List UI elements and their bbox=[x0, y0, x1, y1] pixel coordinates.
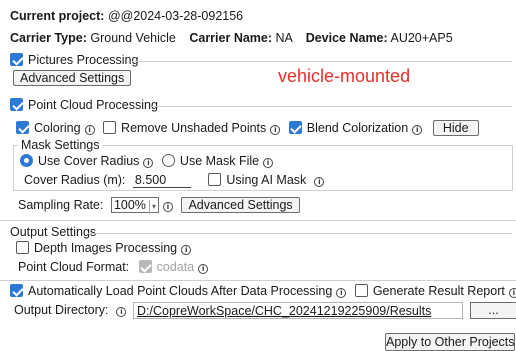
browse-button[interactable]: ... bbox=[470, 302, 516, 319]
pictures-advanced-settings-label: Advanced Settings bbox=[13, 70, 132, 86]
cover-radius-label: Cover Radius (m): bbox=[24, 173, 126, 187]
use-mask-file-radio[interactable]: Use Mask File bbox=[161, 154, 260, 168]
sampling-rate-value: 100% bbox=[113, 198, 146, 212]
point-cloud-processing-label: Point Cloud Processing bbox=[28, 98, 158, 112]
using-ai-mask-checkbox[interactable]: Using AI Mask bbox=[208, 173, 306, 187]
carrier-name-label: Carrier Name: bbox=[189, 31, 273, 45]
use-cover-radius-radio[interactable]: Use Cover Radius bbox=[20, 154, 139, 168]
blend-colorization-checkbox[interactable]: Blend Colorization bbox=[288, 121, 409, 135]
generate-report-label: Generate Result Report bbox=[372, 284, 505, 298]
info-icon[interactable]: i bbox=[198, 264, 209, 274]
sampling-rate-row: Sampling Rate: 100% ▾ i Advanced Settings bbox=[18, 197, 300, 214]
coloring-row: Coloring i Remove Unshaded Points i Blend … bbox=[16, 120, 479, 136]
remove-unshaded-label: Remove Unshaded Points bbox=[121, 121, 267, 135]
cover-radius-input[interactable]: 8.500 bbox=[132, 173, 191, 188]
output-directory-input[interactable]: D:/CopreWorkSpace/CHC_20241219225909/Res… bbox=[133, 302, 463, 319]
carrier-type-value: Ground Vehicle bbox=[90, 31, 176, 45]
depth-images-label: Depth Images Processing bbox=[34, 241, 178, 255]
apply-to-other-projects-button[interactable]: Apply to Other Projects bbox=[385, 333, 515, 351]
depth-images-row: Depth Images Processing i bbox=[16, 241, 196, 255]
point-cloud-group-divider bbox=[152, 106, 512, 107]
checkbox-checked-icon bbox=[10, 284, 23, 297]
info-icon[interactable]: i bbox=[181, 245, 192, 255]
sampling-rate-label: Sampling Rate: bbox=[18, 198, 104, 212]
current-project-line: Current project: @@2024-03-28-092156 bbox=[10, 9, 243, 23]
cover-radius-row: Cover Radius (m): 8.500 Using AI Mask i bbox=[24, 173, 329, 188]
remove-unshaded-checkbox[interactable]: Remove Unshaded Points bbox=[103, 121, 266, 135]
checkbox-unchecked-icon bbox=[103, 121, 117, 134]
use-mask-file-label: Use Mask File bbox=[179, 154, 260, 168]
pictures-processing-label: Pictures Processing bbox=[28, 53, 139, 67]
info-icon[interactable]: i bbox=[314, 177, 325, 187]
dropdown-arrow-icon: ▾ bbox=[148, 200, 156, 214]
checkbox-unchecked-icon bbox=[16, 241, 29, 254]
pictures-processing-checkbox[interactable]: Pictures Processing bbox=[10, 53, 138, 67]
hide-button[interactable]: Hide bbox=[432, 120, 479, 136]
checkbox-unchecked-icon bbox=[208, 173, 222, 186]
point-cloud-format-checkbox: codata bbox=[138, 260, 195, 274]
depth-images-checkbox[interactable]: Depth Images Processing bbox=[16, 241, 177, 255]
point-cloud-format-label: Point Cloud Format: bbox=[18, 260, 130, 274]
checkbox-checked-icon bbox=[288, 121, 302, 134]
current-project-value: @@2024-03-28-092156 bbox=[107, 9, 244, 23]
sampling-advanced-settings-button[interactable]: Advanced Settings bbox=[181, 197, 300, 213]
point-cloud-format-value: codata bbox=[156, 260, 195, 274]
carrier-name-value: NA bbox=[275, 31, 293, 45]
auto-load-row: Automatically Load Point Clouds After Da… bbox=[10, 284, 516, 298]
info-icon[interactable]: i bbox=[116, 307, 127, 317]
mask-settings-title: Mask Settings bbox=[18, 138, 103, 152]
section-divider bbox=[0, 220, 516, 221]
pictures-advanced-settings-button[interactable]: Advanced Settings bbox=[13, 70, 132, 86]
info-icon[interactable]: i bbox=[336, 288, 347, 298]
info-icon[interactable]: i bbox=[508, 288, 516, 298]
device-name-label: Device Name: bbox=[305, 31, 388, 45]
checkbox-checked-icon bbox=[10, 53, 23, 66]
info-icon[interactable]: i bbox=[412, 125, 423, 135]
info-icon[interactable]: i bbox=[263, 158, 274, 168]
output-group-divider bbox=[88, 233, 512, 234]
generate-report-checkbox[interactable]: Generate Result Report bbox=[354, 284, 505, 298]
using-ai-mask-label: Using AI Mask bbox=[226, 173, 307, 187]
auto-load-checkbox[interactable]: Automatically Load Point Clouds After Da… bbox=[10, 284, 332, 298]
output-directory-label: Output Directory: bbox=[14, 303, 109, 317]
radio-selected-icon bbox=[20, 154, 33, 167]
sampling-rate-select[interactable]: 100% ▾ bbox=[110, 197, 159, 214]
mask-options-row: Use Cover Radius i Use Mask File i bbox=[20, 154, 278, 168]
pictures-group-divider bbox=[132, 61, 512, 62]
blend-colorization-label: Blend Colorization bbox=[306, 121, 409, 135]
coloring-checkbox[interactable]: Coloring bbox=[16, 121, 81, 135]
current-project-label: Current project: bbox=[10, 9, 105, 23]
checkbox-checked-icon bbox=[16, 121, 29, 134]
coloring-label: Coloring bbox=[34, 121, 81, 135]
point-cloud-format-row: Point Cloud Format: codata i bbox=[18, 260, 213, 274]
checkbox-unchecked-icon bbox=[354, 284, 368, 297]
output-directory-value: D:/CopreWorkSpace/CHC_20241219225909/Res… bbox=[137, 304, 432, 318]
point-cloud-processing-checkbox[interactable]: Point Cloud Processing bbox=[10, 98, 158, 112]
info-icon[interactable]: i bbox=[162, 202, 173, 212]
info-icon[interactable]: i bbox=[143, 158, 154, 168]
info-icon[interactable]: i bbox=[270, 125, 281, 135]
checkbox-checked-icon bbox=[10, 98, 23, 111]
device-name-value: AU20+AP5 bbox=[390, 31, 453, 45]
output-settings-title: Output Settings bbox=[10, 225, 97, 239]
vehicle-mounted-annotation: vehicle-mounted bbox=[278, 66, 411, 86]
info-icon[interactable]: i bbox=[84, 125, 95, 135]
use-cover-radius-label: Use Cover Radius bbox=[38, 154, 140, 168]
carrier-info-line: Carrier Type: Ground Vehicle Carrier Nam… bbox=[10, 31, 453, 45]
carrier-type-label: Carrier Type: bbox=[10, 31, 87, 45]
section-divider bbox=[0, 280, 516, 281]
radio-unselected-icon bbox=[161, 154, 175, 167]
output-directory-row: Output Directory: i bbox=[14, 303, 131, 317]
auto-load-label: Automatically Load Point Clouds After Da… bbox=[28, 284, 333, 298]
checkbox-disabled-icon bbox=[138, 260, 152, 273]
